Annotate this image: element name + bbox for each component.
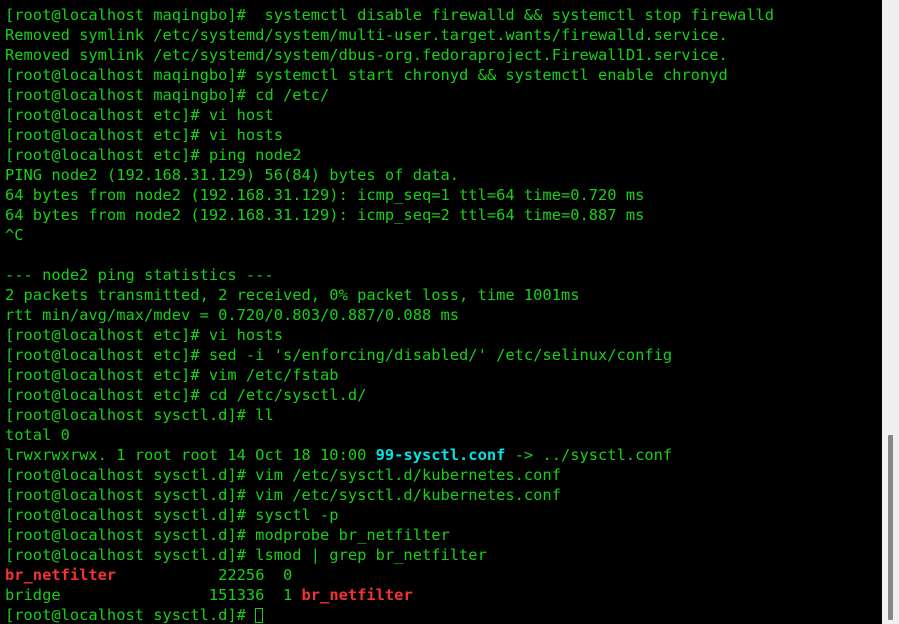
terminal-window: [root@localhost maqingbo]# systemctl dis…: [0, 0, 899, 624]
terminal-line: Removed symlink /etc/systemd/system/mult…: [5, 25, 882, 45]
terminal-line: [root@localhost maqingbo]# systemctl sta…: [5, 65, 882, 85]
terminal-text-segment: lrwxrwxrwx. 1 root root 14 Oct 18 10:00: [5, 446, 376, 464]
terminal-text-segment: [root@localhost sysctl.d]# ll: [5, 406, 274, 424]
terminal-line: 64 bytes from node2 (192.168.31.129): ic…: [5, 205, 882, 225]
terminal-text-segment: [root@localhost sysctl.d]# sysctl -p: [5, 506, 339, 524]
terminal-text-segment: bridge 151336 1: [5, 586, 302, 604]
terminal-text-segment: br_netfilter: [5, 566, 117, 584]
terminal-text-segment: [root@localhost maqingbo]# systemctl dis…: [5, 6, 775, 24]
terminal-text-segment: 2 packets transmitted, 2 received, 0% pa…: [5, 286, 580, 304]
terminal-line: [root@localhost sysctl.d]# ll: [5, 405, 882, 425]
terminal-text-segment: [root@localhost etc]# vi host: [5, 106, 274, 124]
terminal-text-segment: [root@localhost etc]# vi hosts: [5, 126, 283, 144]
terminal-output-area[interactable]: [root@localhost maqingbo]# systemctl dis…: [0, 0, 882, 624]
terminal-line: [root@localhost etc]# vi hosts: [5, 125, 882, 145]
terminal-line: PING node2 (192.168.31.129) 56(84) bytes…: [5, 165, 882, 185]
terminal-text-segment: [root@localhost sysctl.d]# vim /etc/sysc…: [5, 466, 561, 484]
terminal-line: rtt min/avg/max/mdev = 0.720/0.803/0.887…: [5, 305, 882, 325]
terminal-line: 2 packets transmitted, 2 received, 0% pa…: [5, 285, 882, 305]
terminal-line: [root@localhost sysctl.d]# modprobe br_n…: [5, 525, 882, 545]
terminal-line: [root@localhost etc]# ping node2: [5, 145, 882, 165]
terminal-line: br_netfilter 22256 0: [5, 565, 882, 585]
scrollbar-thumb[interactable]: [888, 435, 893, 620]
terminal-text-segment: -> ../sysctl.conf: [505, 446, 673, 464]
terminal-text-segment: Removed symlink /etc/systemd/system/mult…: [5, 26, 728, 44]
terminal-line: [root@localhost etc]# cd /etc/sysctl.d/: [5, 385, 882, 405]
terminal-line: [root@localhost sysctl.d]# vim /etc/sysc…: [5, 465, 882, 485]
terminal-line: Removed symlink /etc/systemd/system/dbus…: [5, 45, 882, 65]
terminal-text-segment: [root@localhost sysctl.d]# lsmod | grep …: [5, 546, 487, 564]
terminal-text-segment: total 0: [5, 426, 70, 444]
terminal-text-segment: [root@localhost maqingbo]# systemctl sta…: [5, 66, 728, 84]
terminal-text-segment: 64 bytes from node2 (192.168.31.129): ic…: [5, 186, 645, 204]
terminal-text-segment: [root@localhost sysctl.d]# modprobe br_n…: [5, 526, 450, 544]
terminal-text-segment: [root@localhost etc]# vim /etc/fstab: [5, 366, 339, 384]
terminal-text-segment: [root@localhost etc]# cd /etc/sysctl.d/: [5, 386, 367, 404]
terminal-line: [root@localhost etc]# vi hosts: [5, 325, 882, 345]
terminal-text-segment: [root@localhost sysctl.d]# vim /etc/sysc…: [5, 486, 561, 504]
terminal-text-segment: Removed symlink /etc/systemd/system/dbus…: [5, 46, 728, 64]
terminal-text-segment: 22256 0: [116, 566, 293, 584]
terminal-line: [root@localhost sysctl.d]# vim /etc/sysc…: [5, 485, 882, 505]
terminal-text-segment: [root@localhost maqingbo]# cd /etc/: [5, 86, 330, 104]
terminal-line: lrwxrwxrwx. 1 root root 14 Oct 18 10:00 …: [5, 445, 882, 465]
terminal-text-segment: 99-sysctl.conf: [375, 446, 506, 464]
terminal-line: [root@localhost maqingbo]# systemctl dis…: [5, 5, 882, 25]
terminal-text-segment: 64 bytes from node2 (192.168.31.129): ic…: [5, 206, 645, 224]
terminal-line: [root@localhost etc]# sed -i 's/enforcin…: [5, 345, 882, 365]
terminal-text-segment: --- node2 ping statistics ---: [5, 266, 274, 284]
terminal-text-segment: [root@localhost etc]# sed -i 's/enforcin…: [5, 346, 673, 364]
terminal-line: 64 bytes from node2 (192.168.31.129): ic…: [5, 185, 882, 205]
terminal-line: bridge 151336 1 br_netfilter: [5, 585, 882, 605]
terminal-text-segment: [root@localhost etc]# vi hosts: [5, 326, 283, 344]
terminal-text-segment: [root@localhost etc]# ping node2: [5, 146, 302, 164]
text-cursor: [255, 608, 264, 623]
terminal-line: [root@localhost sysctl.d]# sysctl -p: [5, 505, 882, 525]
terminal-line: [root@localhost etc]# vim /etc/fstab: [5, 365, 882, 385]
terminal-text-segment: br_netfilter: [301, 586, 413, 604]
terminal-line: ^C: [5, 225, 882, 245]
terminal-line: [root@localhost sysctl.d]# lsmod | grep …: [5, 545, 882, 565]
terminal-line: [root@localhost etc]# vi host: [5, 105, 882, 125]
terminal-text-segment: [root@localhost sysctl.d]#: [5, 606, 256, 624]
terminal-line: [root@localhost maqingbo]# cd /etc/: [5, 85, 882, 105]
vertical-scrollbar[interactable]: [882, 0, 899, 624]
terminal-line: [root@localhost sysctl.d]#: [5, 605, 882, 624]
terminal-text-segment: ^C: [5, 226, 24, 244]
terminal-text-segment: PING node2 (192.168.31.129) 56(84) bytes…: [5, 166, 460, 184]
terminal-text-segment: rtt min/avg/max/mdev = 0.720/0.803/0.887…: [5, 306, 460, 324]
terminal-line: --- node2 ping statistics ---: [5, 265, 882, 285]
terminal-line: total 0: [5, 425, 882, 445]
